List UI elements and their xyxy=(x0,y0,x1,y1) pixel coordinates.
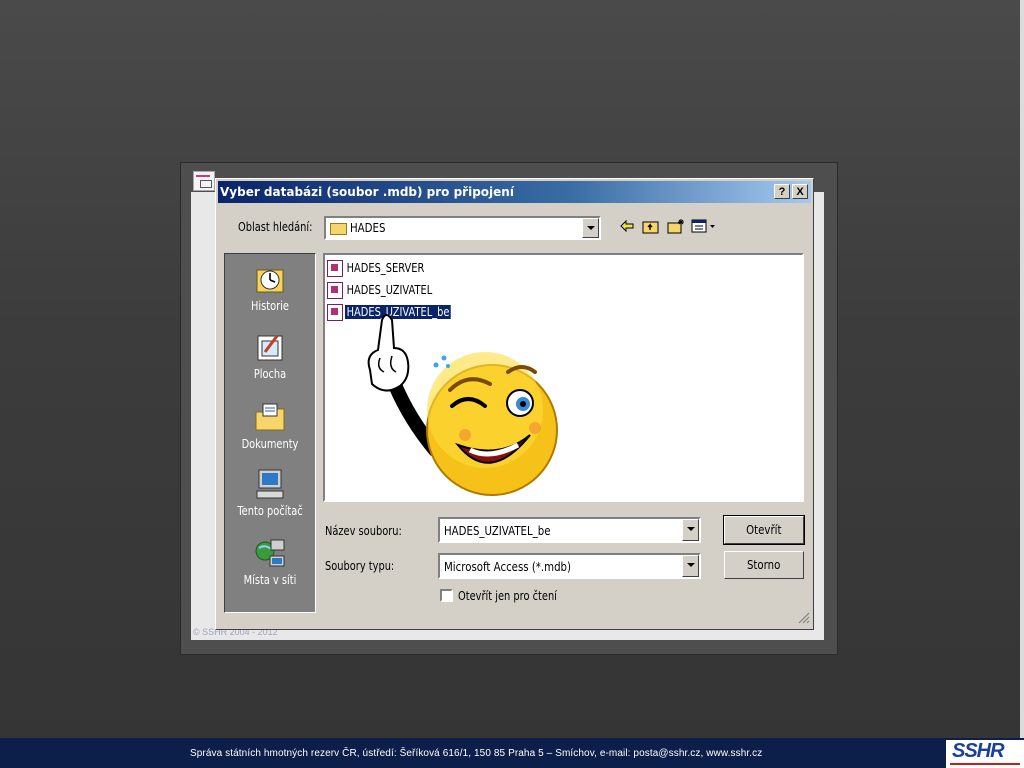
filename-combo[interactable]: HADES_UZIVATEL_be xyxy=(438,517,701,543)
chevron-down-icon[interactable] xyxy=(682,519,699,541)
dialog-titlebar[interactable]: Vyber databázi (soubor .mdb) pro připoje… xyxy=(218,181,811,203)
chevron-down-icon[interactable] xyxy=(582,218,599,238)
chevron-down-icon[interactable] xyxy=(682,555,699,577)
look-in-label: Oblast hledání: xyxy=(238,220,313,234)
help-button[interactable]: ? xyxy=(774,184,790,199)
network-icon xyxy=(253,536,287,570)
places-bar: Historie Plocha Dokumenty Tento počítač … xyxy=(224,253,316,613)
dialog-title: Vyber databázi (soubor .mdb) pro připoje… xyxy=(220,185,514,199)
filename-value: HADES_UZIVATEL_be xyxy=(444,524,551,538)
desktop-icon xyxy=(253,330,287,364)
close-button[interactable]: X xyxy=(792,184,808,199)
folder-up-icon[interactable] xyxy=(641,218,661,238)
place-history[interactable]: Historie xyxy=(225,262,315,313)
resize-grip-icon[interactable] xyxy=(798,612,810,624)
winking-smiley-clipart xyxy=(367,314,558,496)
look-in-combo[interactable]: HADES xyxy=(324,216,601,240)
views-menu-icon[interactable] xyxy=(690,218,718,238)
filename-label: Název souboru: xyxy=(325,524,402,538)
readonly-label[interactable]: Otevřít jen pro čtení xyxy=(458,589,557,603)
place-my-computer[interactable]: Tento počítač xyxy=(225,467,315,518)
history-icon xyxy=(253,262,287,296)
arrow-left-icon[interactable] xyxy=(617,218,637,238)
filetype-combo[interactable]: Microsoft Access (*.mdb) xyxy=(438,553,701,579)
access-database-icon xyxy=(327,260,343,277)
place-network[interactable]: Místa v síti xyxy=(225,536,315,587)
access-database-icon xyxy=(327,282,343,299)
look-in-value: HADES xyxy=(350,221,386,235)
folder-icon xyxy=(330,223,347,235)
documents-folder-icon xyxy=(253,400,287,434)
readonly-checkbox[interactable] xyxy=(440,589,453,602)
access-app-icon xyxy=(193,171,215,191)
filetype-value: Microsoft Access (*.mdb) xyxy=(444,560,572,574)
open-button[interactable]: Otevřít xyxy=(723,515,805,545)
cancel-button[interactable]: Storno xyxy=(724,551,804,579)
new-folder-icon[interactable] xyxy=(666,218,686,238)
computer-icon xyxy=(253,467,287,501)
place-desktop[interactable]: Plocha xyxy=(225,330,315,381)
place-documents[interactable]: Dokumenty xyxy=(225,400,315,451)
sshr-logo: SSHR xyxy=(946,740,1024,768)
slide-footer: Správa státních hmotných rezerv ČR, ústř… xyxy=(0,738,1024,768)
footer-address: Správa státních hmotných rezerv ČR, ústř… xyxy=(190,748,763,759)
slide-edge xyxy=(1020,0,1024,738)
filetype-label: Soubory typu: xyxy=(325,559,395,573)
